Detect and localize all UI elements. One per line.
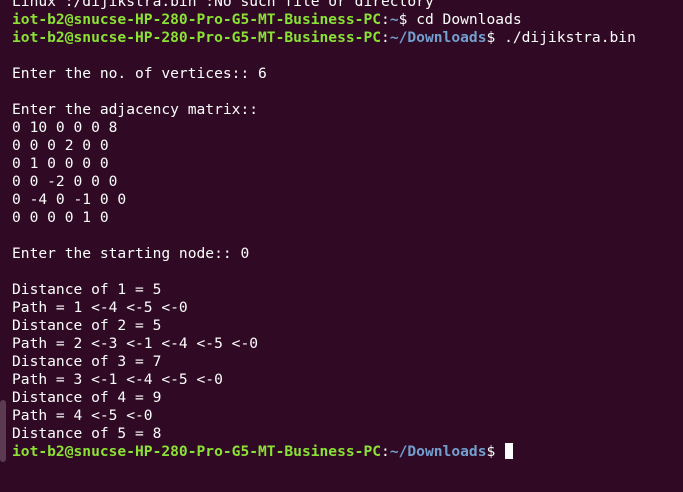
result-line: Path = 3 <-1 <-4 <-5 <-0 xyxy=(12,371,223,388)
result-line: Distance of 1 = 5 xyxy=(12,281,162,298)
matrix-row: 0 0 0 2 0 0 xyxy=(12,137,109,154)
matrix-row: 0 -4 0 -1 0 0 xyxy=(12,191,127,208)
result-line: Path = 4 <-5 <-0 xyxy=(12,407,153,424)
prompt-line: iot-b2@snucse-HP-280-Pro-G5-MT-Business-… xyxy=(12,11,677,29)
text-cursor xyxy=(505,443,514,459)
scrollbar-thumb[interactable] xyxy=(0,400,6,462)
matrix-row: 0 10 0 0 0 8 xyxy=(12,119,118,136)
result-line: Distance of 3 = 7 xyxy=(12,353,162,370)
prompt-separator: : xyxy=(381,443,390,460)
matrix-row: 0 1 0 0 0 0 xyxy=(12,155,109,172)
prompt-host: iot-b2@snucse-HP-280-Pro-G5-MT-Business-… xyxy=(12,11,382,28)
result-line: Distance of 4 = 9 xyxy=(12,389,162,406)
command-text: ./dijikstra.bin xyxy=(504,29,636,46)
matrix-row: 0 0 0 0 1 0 xyxy=(12,209,109,226)
vertices-prompt: Enter the no. of vertices:: 6 xyxy=(12,65,267,82)
result-line: Distance of 5 = 8 xyxy=(12,425,162,442)
terminal-window[interactable]: { "colors": {"background":"#300a24","hos… xyxy=(0,0,683,492)
result-line: Distance of 2 = 5 xyxy=(12,317,162,334)
prompt-symbol: $ xyxy=(398,11,417,28)
result-line: Path = 1 <-4 <-5 <-0 xyxy=(12,299,188,316)
matrix-row: 0 0 -2 0 0 0 xyxy=(12,173,118,190)
prompt-host: iot-b2@snucse-HP-280-Pro-G5-MT-Business-… xyxy=(12,443,382,460)
prompt-path: ~ xyxy=(389,11,399,28)
partial-output-line: Linux :/dijikstra.bin :No such file or d… xyxy=(12,0,434,10)
prompt-host: iot-b2@snucse-HP-280-Pro-G5-MT-Business-… xyxy=(12,29,382,46)
prompt-symbol: $ xyxy=(486,443,505,460)
prompt-separator: : xyxy=(381,29,390,46)
prompt-line: iot-b2@snucse-HP-280-Pro-G5-MT-Business-… xyxy=(12,29,677,47)
prompt-path: ~/Downloads xyxy=(389,443,487,460)
active-prompt-line[interactable]: iot-b2@snucse-HP-280-Pro-G5-MT-Business-… xyxy=(12,443,677,461)
prompt-path: ~/Downloads xyxy=(389,29,487,46)
result-line: Path = 2 <-3 <-1 <-4 <-5 <-0 xyxy=(12,335,259,352)
prompt-separator: : xyxy=(381,11,390,28)
prompt-symbol: $ xyxy=(486,29,505,46)
start-node-prompt: Enter the starting node:: 0 xyxy=(12,245,250,262)
terminal-output: Linux :/dijikstra.bin :No such file or d… xyxy=(12,0,677,461)
command-text: cd Downloads xyxy=(416,11,522,28)
matrix-prompt: Enter the adjacency matrix:: xyxy=(12,101,259,118)
